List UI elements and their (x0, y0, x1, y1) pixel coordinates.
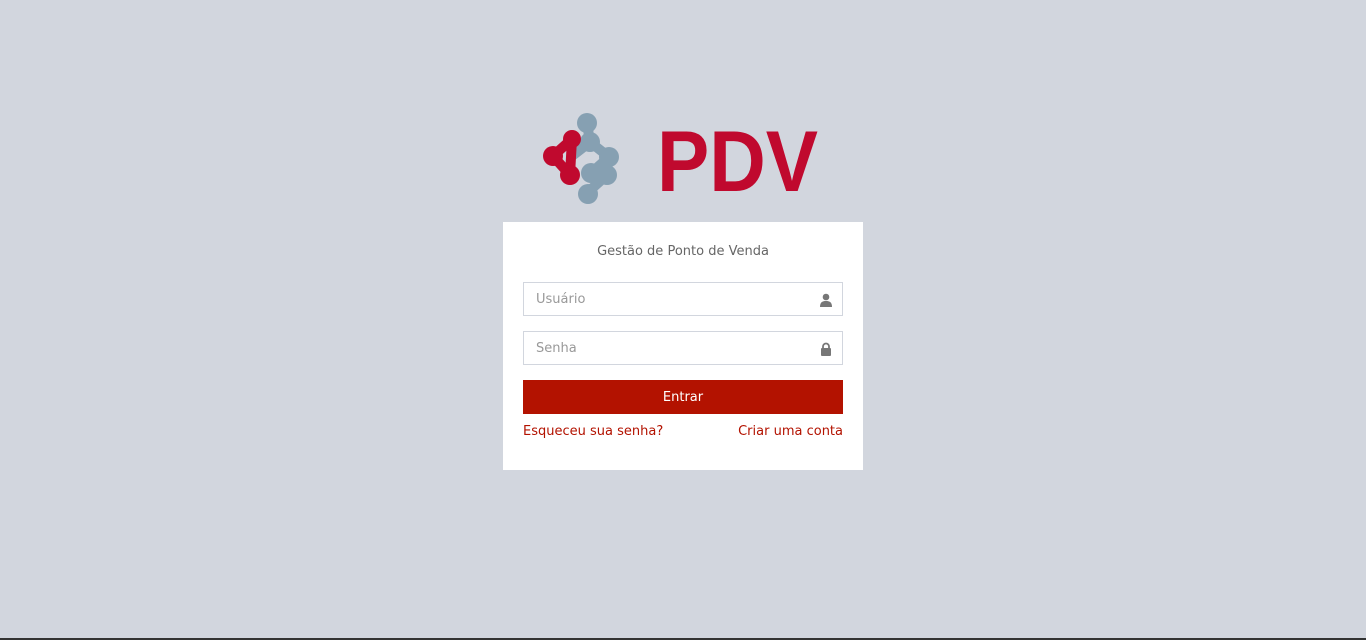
login-links: Esqueceu sua senha? Criar uma conta (523, 424, 843, 442)
lock-icon (819, 341, 833, 356)
logo-text: PDV (657, 114, 818, 206)
user-icon (819, 292, 833, 307)
login-button[interactable]: Entrar (523, 380, 843, 414)
molecule-logo-icon: PDV (543, 113, 818, 206)
brand-logo: PDV (538, 110, 820, 206)
password-field-group (523, 331, 843, 365)
forgot-password-link[interactable]: Esqueceu sua senha? (523, 424, 663, 442)
username-field-group (523, 282, 843, 316)
login-box: Gestão de Ponto de Venda Usuário Entrar … (503, 222, 863, 470)
username-input[interactable] (523, 282, 843, 316)
login-form: Entrar Esqueceu sua senha? Criar uma con… (523, 282, 843, 442)
password-input[interactable] (523, 331, 843, 365)
create-account-link[interactable]: Criar uma conta (738, 424, 843, 442)
login-page: PDV Gestão de Ponto de Venda Usuário Ent… (0, 0, 1366, 640)
login-message: Gestão de Ponto de Venda (597, 244, 769, 259)
